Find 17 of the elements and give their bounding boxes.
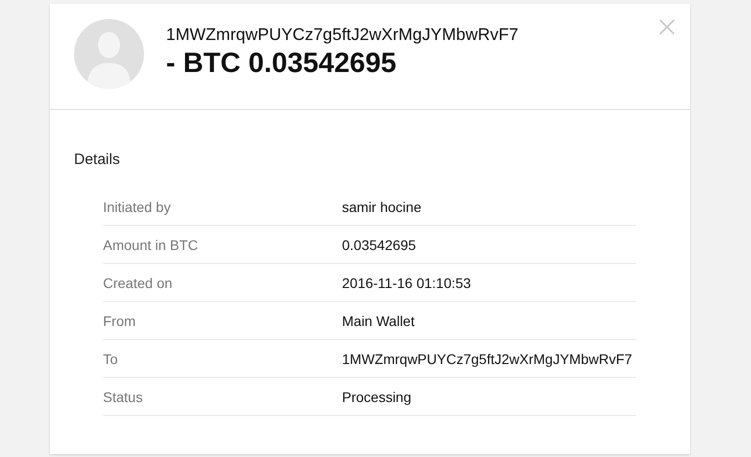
detail-label: From	[103, 312, 137, 328]
detail-label: Initiated by	[103, 198, 172, 214]
detail-label: Created on	[103, 274, 174, 290]
avatar-icon	[74, 18, 144, 88]
address-text: 1MWZmrqwPUYCz7g5ftJ2wXrMgJYMbwRvF7	[166, 24, 518, 46]
amount-text: - BTC 0.03542695	[166, 46, 398, 80]
detail-value: Processing	[342, 388, 412, 404]
section-title: Details	[74, 151, 121, 168]
close-icon[interactable]	[659, 19, 675, 35]
detail-label: To	[103, 350, 119, 366]
detail-label: Amount in BTC	[103, 236, 199, 252]
detail-value: 1MWZmrqwPUYCz7g5ftJ2wXrMgJYMbwRvF7	[342, 350, 632, 366]
detail-value: 0.03542695	[342, 236, 416, 252]
detail-label: Status	[103, 388, 144, 404]
detail-value: Main Wallet	[342, 312, 415, 328]
detail-value: 2016-11-16 01:10:53	[342, 274, 471, 290]
detail-value: samir hocine	[342, 198, 422, 214]
